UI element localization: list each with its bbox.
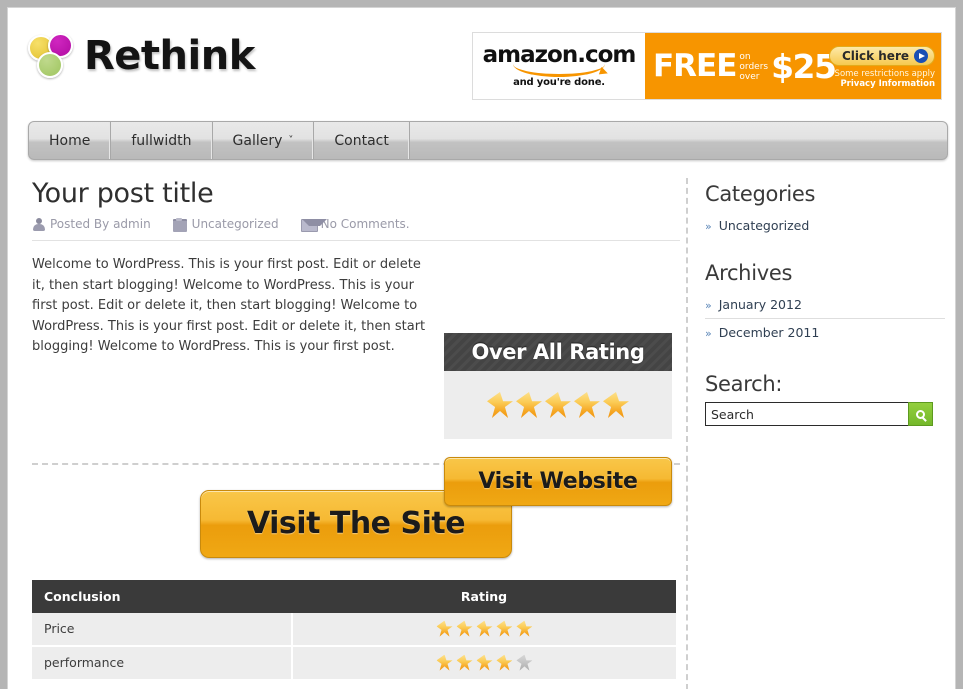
nav-item-contact-label: Contact — [334, 132, 389, 149]
star-icon — [436, 620, 453, 637]
sidebar-archive-link[interactable]: December 2011 — [719, 325, 820, 340]
visit-website-label: Visit Website — [478, 469, 638, 494]
site-header: Rethink amazon.com and you're done. FREE… — [8, 8, 955, 108]
conclusion-table-head: Conclusion Rating — [32, 579, 676, 613]
star-icon — [496, 620, 513, 637]
arrow-right-icon — [914, 49, 928, 63]
star-icon — [476, 654, 493, 671]
chevron-right-icon: » — [705, 220, 712, 233]
post-body-text: Welcome to WordPress. This is your first… — [32, 257, 426, 355]
banner-privacy-link[interactable]: Privacy Information — [829, 79, 935, 89]
banner-price-text: $25 — [771, 46, 837, 86]
nav-item-fullwidth-label: fullwidth — [131, 132, 192, 149]
star-icon — [574, 392, 600, 418]
list-item[interactable]: » January 2012 — [705, 291, 945, 319]
star-icon — [545, 392, 571, 418]
post-meta-comments[interactable]: No Comments. — [300, 217, 410, 232]
post-meta-category-label: Uncategorized — [191, 217, 279, 231]
star-icon — [516, 392, 542, 418]
amazon-offer-panel: FREE on orders over $25 Click here Some … — [645, 33, 941, 99]
sidebar-categories-list: » Uncategorized — [705, 212, 945, 239]
user-icon — [32, 217, 45, 231]
banner-small-line-1: on — [739, 51, 751, 62]
star-icon — [516, 620, 533, 637]
overall-rating-heading: Over All Rating — [444, 333, 672, 371]
amazon-tagline: and you're done. — [513, 77, 605, 88]
star-icon — [456, 620, 473, 637]
envelope-icon — [300, 218, 327, 232]
overall-rating-widget: Over All Rating Visit Website — [444, 333, 672, 506]
banner-restrictions-text: Some restrictions apply — [834, 69, 935, 79]
post-meta: Posted By admin Uncategorized No Comment… — [32, 217, 680, 241]
nav-item-home[interactable]: Home — [29, 122, 112, 159]
page-container: Rethink amazon.com and you're done. FREE… — [7, 7, 956, 689]
star-icon — [476, 620, 493, 637]
visit-the-site-label: Visit The Site — [246, 506, 466, 542]
page-title: Your post title — [32, 178, 214, 209]
nav-item-contact[interactable]: Contact — [314, 122, 410, 159]
chevron-right-icon: » — [705, 327, 712, 340]
sidebar-category-link[interactable]: Uncategorized — [719, 218, 810, 233]
banner-small-print: on orders over — [739, 50, 768, 82]
list-item[interactable]: » Uncategorized — [705, 212, 945, 239]
search-form — [705, 402, 945, 426]
overall-rating-stars — [444, 371, 672, 439]
search-button[interactable] — [908, 402, 933, 426]
chevron-right-icon: » — [705, 299, 712, 312]
sidebar-heading-search: Search: — [705, 372, 783, 396]
sidebar-heading-archives: Archives — [705, 261, 793, 285]
amazon-smile-icon — [513, 64, 605, 77]
logo-text: Rethink — [84, 33, 255, 79]
chevron-down-icon: ˅ — [288, 135, 294, 146]
conclusion-table: Conclusion Rating Price performance — [32, 579, 676, 681]
list-item[interactable]: » December 2011 — [705, 319, 945, 346]
star-icon — [436, 654, 453, 671]
sidebar: Categories » Uncategorized Archives » Janu… — [705, 182, 945, 426]
table-header-row: Conclusion Rating — [32, 579, 676, 613]
column-header-conclusion: Conclusion — [32, 579, 292, 613]
site-logo[interactable]: Rethink — [26, 28, 255, 84]
sidebar-archives-list: » January 2012 » December 2011 — [705, 291, 945, 346]
logo-mark-group — [26, 28, 78, 84]
click-here-button[interactable]: Click here — [828, 46, 935, 66]
star-icon — [603, 392, 629, 418]
nav-item-gallery-label: Gallery — [232, 132, 283, 149]
star-icon — [496, 654, 513, 671]
table-cell-label: Price — [32, 612, 293, 647]
main-content: Your post title Posted By admin Uncatego… — [32, 178, 680, 689]
visit-website-button[interactable]: Visit Website — [444, 457, 672, 506]
table-row: Price — [32, 612, 676, 647]
nav-item-gallery[interactable]: Gallery ˅ — [213, 122, 315, 159]
post-meta-author[interactable]: Posted By admin — [32, 217, 151, 231]
star-empty-icon — [516, 654, 533, 671]
amazon-ad-banner[interactable]: amazon.com and you're done. FREE on orde… — [472, 32, 942, 100]
folder-icon — [172, 218, 187, 232]
post-meta-author-label: Posted By admin — [50, 217, 151, 231]
post-meta-category[interactable]: Uncategorized — [172, 217, 279, 232]
content-sidebar-divider — [686, 178, 688, 689]
sidebar-archive-link[interactable]: January 2012 — [719, 297, 802, 312]
table-cell-rating — [292, 645, 676, 681]
click-here-label: Click here — [841, 49, 909, 63]
table-row: performance — [32, 645, 676, 681]
main-navigation: Home fullwidth Gallery ˅ Contact — [28, 121, 948, 160]
table-cell-rating — [292, 612, 676, 647]
search-input[interactable] — [705, 402, 908, 426]
conclusion-table-body: Price performance — [32, 612, 676, 681]
column-header-rating: Rating — [292, 579, 676, 613]
table-cell-label: performance — [32, 645, 293, 681]
star-icon — [487, 392, 513, 418]
star-icon — [456, 654, 473, 671]
nav-item-fullwidth[interactable]: fullwidth — [111, 122, 213, 159]
banner-small-line-2: orders — [739, 61, 769, 72]
sidebar-heading-categories: Categories — [705, 182, 816, 206]
banner-free-text: FREE — [653, 47, 737, 84]
banner-small-line-3: over — [739, 72, 760, 83]
amazon-logo-panel: amazon.com and you're done. — [473, 33, 645, 99]
post-meta-comments-label: No Comments. — [320, 217, 410, 231]
nav-item-home-label: Home — [49, 132, 91, 149]
logo-circle-green-icon — [37, 52, 63, 78]
search-icon — [916, 409, 925, 419]
banner-cta-group: Click here Some restrictions apply Priva… — [828, 45, 935, 89]
